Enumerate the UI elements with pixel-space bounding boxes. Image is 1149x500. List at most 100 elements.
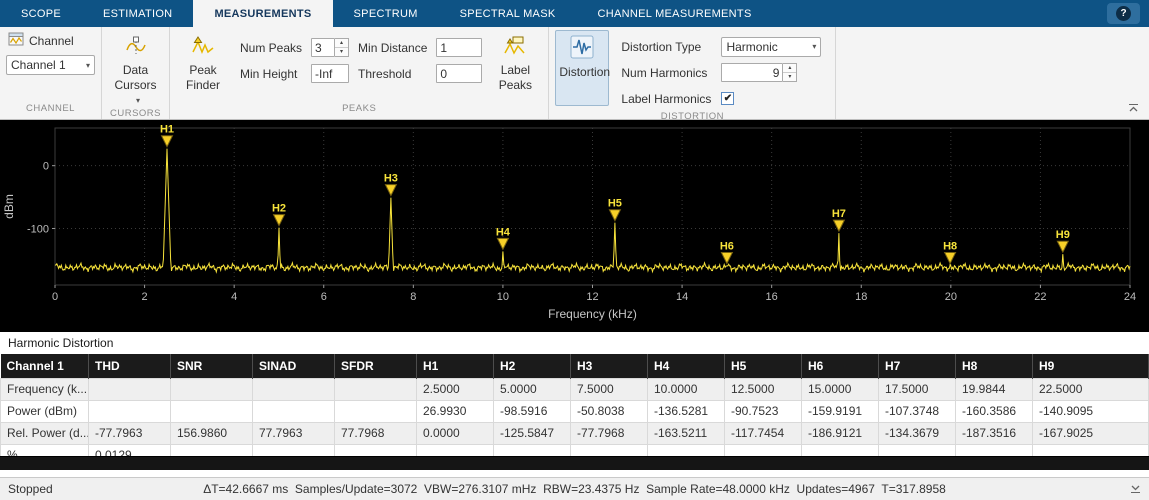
svg-text:H6: H6: [720, 241, 734, 253]
column-header[interactable]: H7: [878, 354, 956, 378]
num-peaks-stepper[interactable]: 3 ▴ ▾: [311, 38, 350, 57]
cell: [878, 443, 956, 456]
distortion-type-select[interactable]: Harmonic ▾: [721, 36, 822, 57]
svg-text:8: 8: [410, 291, 416, 303]
svg-text:2: 2: [142, 291, 148, 303]
column-header[interactable]: H2: [493, 354, 571, 378]
column-header[interactable]: Channel 1: [0, 354, 89, 378]
cell: 26.9930: [416, 399, 494, 423]
table-row[interactable]: Frequency (k... 2.5000 5.0000 7.5000 10.0000…: [0, 377, 1149, 401]
svg-text:16: 16: [766, 291, 778, 303]
channel-select[interactable]: Channel 1 ▾: [6, 55, 95, 75]
tab-spectral-mask[interactable]: SPECTRAL MASK: [439, 0, 577, 27]
table-row[interactable]: Rel. Power (d... -77.7963 156.9860 77.7963 7…: [0, 421, 1149, 445]
cell: 10.0000: [647, 377, 725, 401]
tab-measurements[interactable]: MEASUREMENTS: [193, 0, 333, 27]
peaks-section-label: PEAKS: [342, 103, 377, 114]
channel-section-label: CHANNEL: [26, 103, 75, 114]
column-header[interactable]: H8: [955, 354, 1033, 378]
column-header[interactable]: SINAD: [252, 354, 335, 378]
min-height-label: Min Height: [240, 66, 298, 81]
stepper-arrows-icon[interactable]: ▴ ▾: [335, 38, 350, 57]
distortion-button[interactable]: Distortion: [555, 30, 610, 106]
peak-finder-label: Peak Finder: [185, 63, 220, 92]
svg-text:22: 22: [1034, 291, 1046, 303]
distortion-section: Distortion Distortion Type Harmonic ▾ Nu…: [549, 27, 837, 122]
channel-button[interactable]: Channel: [6, 30, 76, 49]
svg-text:H3: H3: [384, 173, 398, 185]
label-harmonics-checkbox[interactable]: ✔: [721, 92, 735, 105]
threshold-input[interactable]: 0: [436, 64, 483, 83]
cell: 77.7963: [252, 421, 335, 445]
tab-scope[interactable]: SCOPE: [0, 0, 82, 27]
column-header[interactable]: H3: [570, 354, 648, 378]
cell: [88, 399, 171, 423]
num-harmonics-stepper[interactable]: 9 ▴ ▾: [721, 63, 821, 82]
table-row[interactable]: Power (dBm) 26.9930 -98.5916 -50.8038 -136.5…: [0, 399, 1149, 423]
cell: -140.9095: [1032, 399, 1149, 423]
tab-estimation[interactable]: ESTIMATION: [82, 0, 193, 27]
peak-finder-button[interactable]: Peak Finder: [176, 30, 230, 93]
peaks-section: Peak Finder Num Peaks 3 ▴ ▾ Min Distance …: [170, 27, 550, 119]
data-cursors-icon: [125, 35, 147, 60]
tab-channel-measurements[interactable]: CHANNEL MEASUREMENTS: [576, 0, 772, 27]
svg-text:4: 4: [231, 291, 237, 303]
cell: 15.0000: [801, 377, 879, 401]
harmonic-distortion-table: Channel 1 THD SNR SINAD SFDR H1 H2 H3 H4 H5 H6 H7 H8…: [0, 354, 1149, 456]
label-peaks-button[interactable]: Label Peaks: [488, 30, 542, 93]
channel-icon: [8, 32, 24, 49]
tab-spectrum[interactable]: SPECTRUM: [333, 0, 439, 27]
cell: [334, 399, 417, 423]
svg-text:-100: -100: [27, 224, 49, 236]
column-header[interactable]: SNR: [170, 354, 253, 378]
min-distance-label: Min Distance: [358, 40, 428, 55]
label-peaks-label: Label Peaks: [498, 63, 533, 92]
column-header[interactable]: THD: [88, 354, 171, 378]
cell: 7.5000: [570, 377, 648, 401]
cell: [334, 377, 417, 401]
cell: -90.7523: [724, 399, 802, 423]
num-peaks-input[interactable]: 3: [311, 38, 336, 57]
cell: [170, 399, 253, 423]
cell: [955, 443, 1033, 456]
toolstrip-ribbon: Channel Channel 1 ▾ CHANNEL Data Cursors…: [0, 27, 1149, 122]
cell: -187.3516: [955, 421, 1033, 445]
data-cursors-button[interactable]: Data Cursors ▾: [109, 30, 163, 108]
svg-text:H5: H5: [608, 198, 622, 210]
column-header[interactable]: H9: [1032, 354, 1149, 378]
column-header[interactable]: H6: [801, 354, 879, 378]
channel-button-label: Channel: [29, 33, 74, 48]
stepper-arrows-icon[interactable]: ▴ ▾: [783, 63, 798, 82]
distortion-type-value: Harmonic: [726, 39, 778, 54]
column-header[interactable]: H1: [416, 354, 494, 378]
collapse-toolstrip-icon[interactable]: [1128, 102, 1139, 116]
cell: -98.5916: [493, 399, 571, 423]
table-row[interactable]: % 0.0129: [0, 443, 1149, 456]
table-empty-area: [0, 456, 1149, 470]
cell: [647, 443, 725, 456]
cell: 0.0000: [416, 421, 494, 445]
table-header-row: Channel 1 THD SNR SINAD SFDR H1 H2 H3 H4 H5 H6 H7 H8…: [0, 354, 1149, 378]
svg-text:18: 18: [855, 291, 867, 303]
toolstrip-tab-bar: SCOPE ESTIMATION MEASUREMENTS SPECTRUM S…: [0, 0, 1149, 27]
min-distance-input[interactable]: 1: [436, 38, 483, 57]
spectrum-canvas: H1H2H3H4H5H6H7H8H90 2 4 6 8 10 12 14 16 18 20 22 240…: [2, 124, 1136, 321]
num-harmonics-input[interactable]: 9: [721, 63, 784, 82]
cell: -77.7963: [88, 421, 171, 445]
cell: -107.3748: [878, 399, 956, 423]
cell: [1032, 443, 1149, 456]
min-height-input[interactable]: -Inf: [311, 64, 350, 83]
status-bar: Stopped ΔT=42.6667 ms Samples/Update=307…: [0, 477, 1149, 500]
harmonic-distortion-title: Harmonic Distortion: [0, 332, 1149, 354]
help-button[interactable]: ?: [1107, 3, 1140, 24]
chevron-down-icon: ▾: [812, 42, 817, 51]
cell: [88, 377, 171, 401]
spectrum-plot[interactable]: H1 H2 H3 H4 H5 H6 H7 H8 H9 0 2 4 6 8 10 12 14 16 18 20 22 24 0…: [0, 120, 1149, 332]
dock-icon[interactable]: [1130, 483, 1141, 497]
cell: [493, 443, 571, 456]
peak-finder-icon: [192, 35, 214, 60]
column-header[interactable]: H5: [724, 354, 802, 378]
column-header[interactable]: SFDR: [334, 354, 417, 378]
column-header[interactable]: H4: [647, 354, 725, 378]
svg-text:H9: H9: [1056, 229, 1070, 241]
